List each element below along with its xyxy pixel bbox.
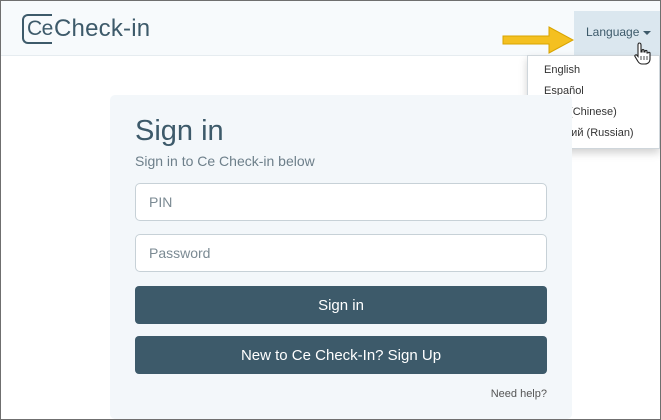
brand-name: Check-in	[54, 15, 151, 42]
password-input[interactable]	[135, 234, 547, 272]
signup-button[interactable]: New to Ce Check-In? Sign Up	[135, 336, 547, 374]
hand-pointer-icon	[634, 42, 651, 65]
language-label: Language	[586, 25, 640, 39]
signin-card: Sign in Sign in to Ce Check-in below Sig…	[110, 95, 572, 419]
page-title: Sign in	[135, 115, 224, 147]
signin-button[interactable]: Sign in	[135, 286, 547, 324]
caret-down-icon	[643, 30, 652, 35]
annotation-arrow-icon	[502, 26, 575, 54]
page-subtitle: Sign in to Ce Check-in below	[135, 153, 315, 169]
browser-page: Ce Check-in Language English Español 中文 …	[0, 0, 661, 420]
need-help-link[interactable]: Need help?	[491, 388, 547, 400]
brand-mark: Ce	[22, 14, 53, 44]
brand-logo[interactable]: Ce Check-in	[22, 13, 150, 45]
pin-input[interactable]	[135, 183, 547, 221]
